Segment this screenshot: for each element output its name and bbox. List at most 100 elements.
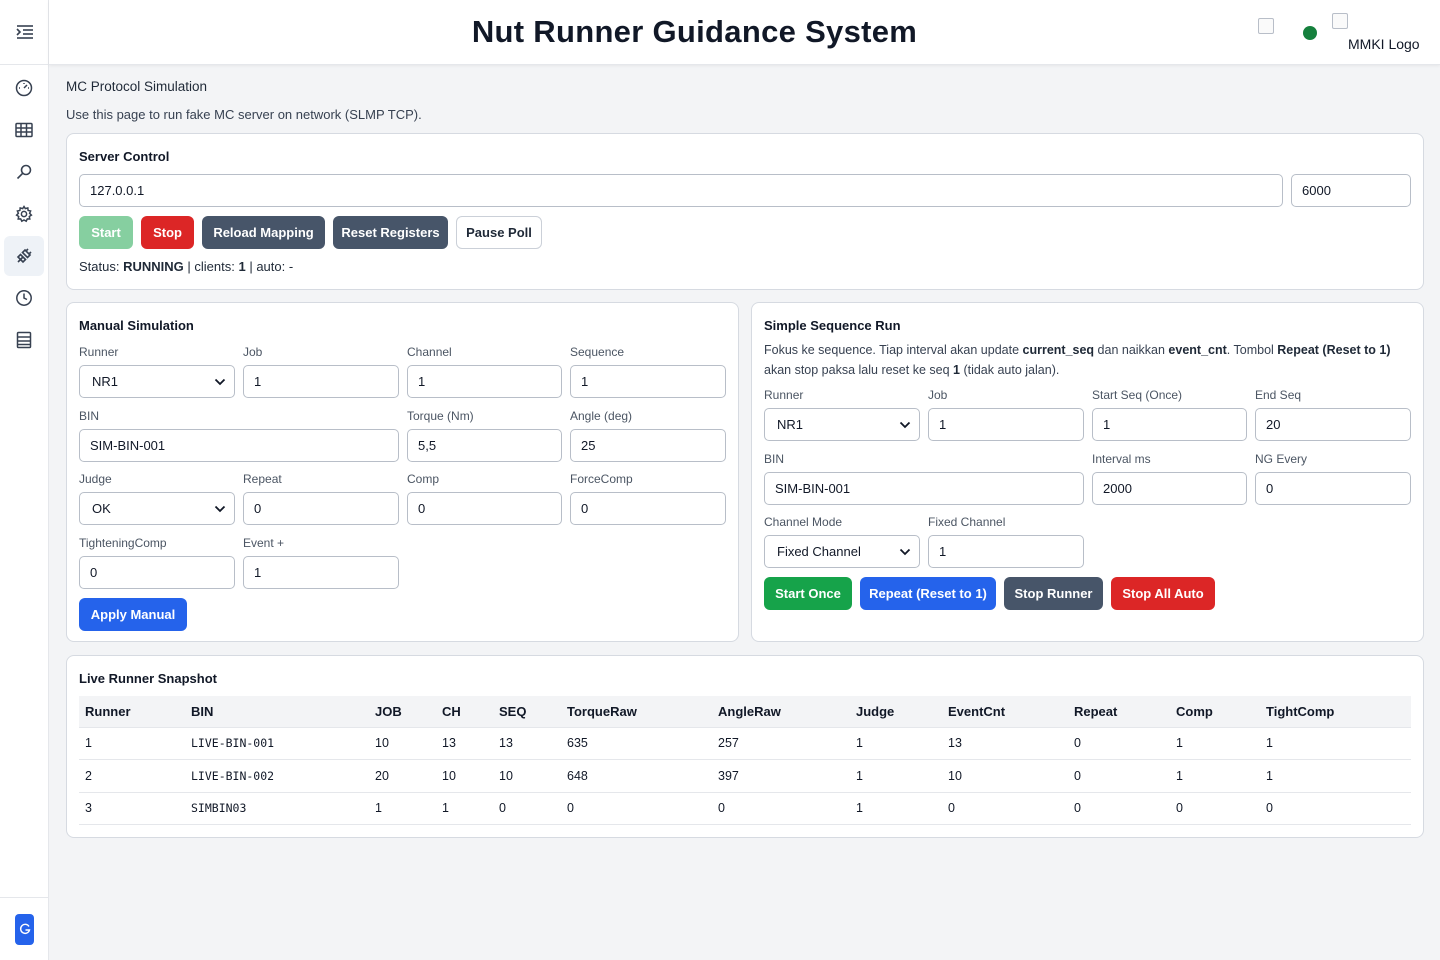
clients-value: 1 bbox=[238, 259, 246, 274]
desc-text: (tidak auto jalan). bbox=[959, 363, 1060, 377]
bin-input[interactable]: SIM-BIN-001 bbox=[79, 429, 399, 462]
stop-server-button[interactable]: Stop bbox=[141, 216, 194, 249]
desc-text: . Tombol bbox=[1226, 343, 1278, 357]
desc-text: dan naikkan bbox=[1094, 343, 1169, 357]
desc-text: Fokus ke sequence. Tiap interval akan up… bbox=[764, 343, 1023, 357]
runner-label: Runner bbox=[79, 345, 119, 359]
reload-mapping-button[interactable]: Reload Mapping bbox=[202, 216, 325, 249]
chevron-down-icon bbox=[214, 503, 226, 515]
column-header: SEQ bbox=[493, 696, 561, 728]
column-header: Comp bbox=[1170, 696, 1260, 728]
channel-label: Channel bbox=[407, 345, 452, 359]
job-input[interactable]: 1 bbox=[243, 365, 399, 398]
sidebar-item-search[interactable] bbox=[4, 152, 44, 192]
host-input[interactable]: 127.0.0.1 bbox=[79, 174, 1283, 207]
apply-manual-button[interactable]: Apply Manual bbox=[79, 598, 187, 631]
sidebar-item-table[interactable] bbox=[4, 110, 44, 150]
sidebar-item-logs[interactable] bbox=[4, 320, 44, 360]
column-header: Runner bbox=[79, 696, 185, 728]
repeat-reset-button[interactable]: Repeat (Reset to 1) bbox=[860, 577, 996, 610]
desc-bold: event_cnt bbox=[1168, 343, 1227, 357]
sequence-run-title: Simple Sequence Run bbox=[764, 318, 901, 333]
seq-job-input[interactable]: 1 bbox=[928, 408, 1084, 441]
chevron-down-icon bbox=[899, 546, 911, 558]
table-row: 1 LIVE-BIN-001 10 13 13 635 257 1 13 0 1… bbox=[79, 727, 1411, 760]
seq-job-label: Job bbox=[928, 388, 948, 402]
sidebar-toggle-button[interactable] bbox=[0, 0, 49, 65]
event-label: Event + bbox=[243, 536, 285, 550]
server-control-title: Server Control bbox=[79, 149, 170, 164]
sidebar-item-settings[interactable] bbox=[4, 194, 44, 234]
table-row: 3 SIMBIN03 1 1 0 0 0 1 0 0 0 0 bbox=[79, 792, 1411, 825]
table-cell: SIMBIN03 bbox=[185, 792, 369, 825]
torque-input[interactable]: 5,5 bbox=[407, 429, 562, 462]
sidebar-nav bbox=[0, 66, 49, 362]
sequence-input[interactable]: 1 bbox=[570, 365, 726, 398]
table-cell: 10 bbox=[436, 759, 493, 793]
table-cell: 1 bbox=[79, 727, 185, 760]
table-cell: 0 bbox=[712, 792, 850, 825]
connection-status-indicator bbox=[1303, 26, 1317, 40]
dashboard-gauge-icon bbox=[15, 79, 33, 97]
column-header: BIN bbox=[185, 696, 369, 728]
start-seq-input[interactable]: 1 bbox=[1092, 408, 1247, 441]
sidebar bbox=[0, 0, 49, 960]
forcecomp-label: ForceComp bbox=[570, 472, 633, 486]
end-seq-input[interactable]: 20 bbox=[1255, 408, 1411, 441]
hamburger-menu-icon bbox=[15, 25, 33, 39]
channel-input[interactable]: 1 bbox=[407, 365, 562, 398]
table-cell: 13 bbox=[493, 727, 561, 760]
list-icon bbox=[16, 331, 32, 349]
judge-select[interactable]: OK bbox=[79, 492, 235, 525]
reset-registers-button[interactable]: Reset Registers bbox=[333, 216, 448, 249]
table-cell: 3 bbox=[79, 792, 185, 825]
sequence-description: Fokus ke sequence. Tiap interval akan up… bbox=[764, 340, 1414, 380]
judge-select-value: OK bbox=[92, 501, 111, 516]
end-seq-label: End Seq bbox=[1255, 388, 1302, 402]
table-cell: LIVE-BIN-001 bbox=[185, 727, 369, 760]
tighteningcomp-input[interactable]: 0 bbox=[79, 556, 235, 589]
sidebar-item-simulation[interactable] bbox=[4, 236, 44, 276]
channel-mode-select[interactable]: Fixed Channel bbox=[764, 535, 920, 568]
angle-input[interactable]: 25 bbox=[570, 429, 726, 462]
snapshot-table: Runner BIN JOB CH SEQ TorqueRaw AngleRaw… bbox=[79, 696, 1411, 825]
fixed-channel-input[interactable]: 1 bbox=[928, 535, 1084, 568]
section-title: MC Protocol Simulation bbox=[66, 79, 208, 94]
repeat-label: Repeat bbox=[243, 472, 282, 486]
start-server-button[interactable]: Start bbox=[79, 216, 133, 249]
runner-select[interactable]: NR1 bbox=[79, 365, 235, 398]
table-cell: 257 bbox=[712, 727, 850, 760]
status-label: Status: bbox=[79, 259, 120, 274]
column-header: JOB bbox=[369, 696, 436, 728]
event-input[interactable]: 1 bbox=[243, 556, 399, 589]
forcecomp-input[interactable]: 0 bbox=[570, 492, 726, 525]
stop-all-auto-button[interactable]: Stop All Auto bbox=[1111, 577, 1215, 610]
table-cell: 0 bbox=[1260, 792, 1411, 825]
sidebar-item-dashboard[interactable] bbox=[4, 68, 44, 108]
repeat-input[interactable]: 0 bbox=[243, 492, 399, 525]
table-cell: 0 bbox=[1068, 727, 1170, 760]
port-input[interactable]: 6000 bbox=[1291, 174, 1411, 207]
stop-runner-button[interactable]: Stop Runner bbox=[1004, 577, 1103, 610]
section-description: Use this page to run fake MC server on n… bbox=[66, 107, 422, 122]
pause-poll-button[interactable]: Pause Poll bbox=[456, 216, 542, 249]
table-cell: 13 bbox=[942, 727, 1068, 760]
table-cell: LIVE-BIN-002 bbox=[185, 759, 369, 793]
ng-every-input[interactable]: 0 bbox=[1255, 472, 1411, 505]
table-header-row: Runner BIN JOB CH SEQ TorqueRaw AngleRaw… bbox=[79, 696, 1411, 728]
comp-input[interactable]: 0 bbox=[407, 492, 562, 525]
seq-runner-select[interactable]: NR1 bbox=[764, 408, 920, 441]
seq-bin-input[interactable]: SIM-BIN-001 bbox=[764, 472, 1084, 505]
avatar[interactable] bbox=[15, 913, 34, 945]
table-cell: 397 bbox=[712, 759, 850, 793]
interval-input[interactable]: 2000 bbox=[1092, 472, 1247, 505]
desc-bold: Repeat (Reset to 1) bbox=[1277, 343, 1391, 357]
table-cell: 648 bbox=[561, 759, 712, 793]
seq-bin-label: BIN bbox=[764, 452, 785, 466]
comp-label: Comp bbox=[407, 472, 440, 486]
start-once-button[interactable]: Start Once bbox=[764, 577, 852, 610]
broken-image-icon bbox=[1332, 13, 1348, 29]
channel-mode-label: Channel Mode bbox=[764, 515, 843, 529]
sidebar-item-history[interactable] bbox=[4, 278, 44, 318]
table-cell: 0 bbox=[1068, 759, 1170, 793]
